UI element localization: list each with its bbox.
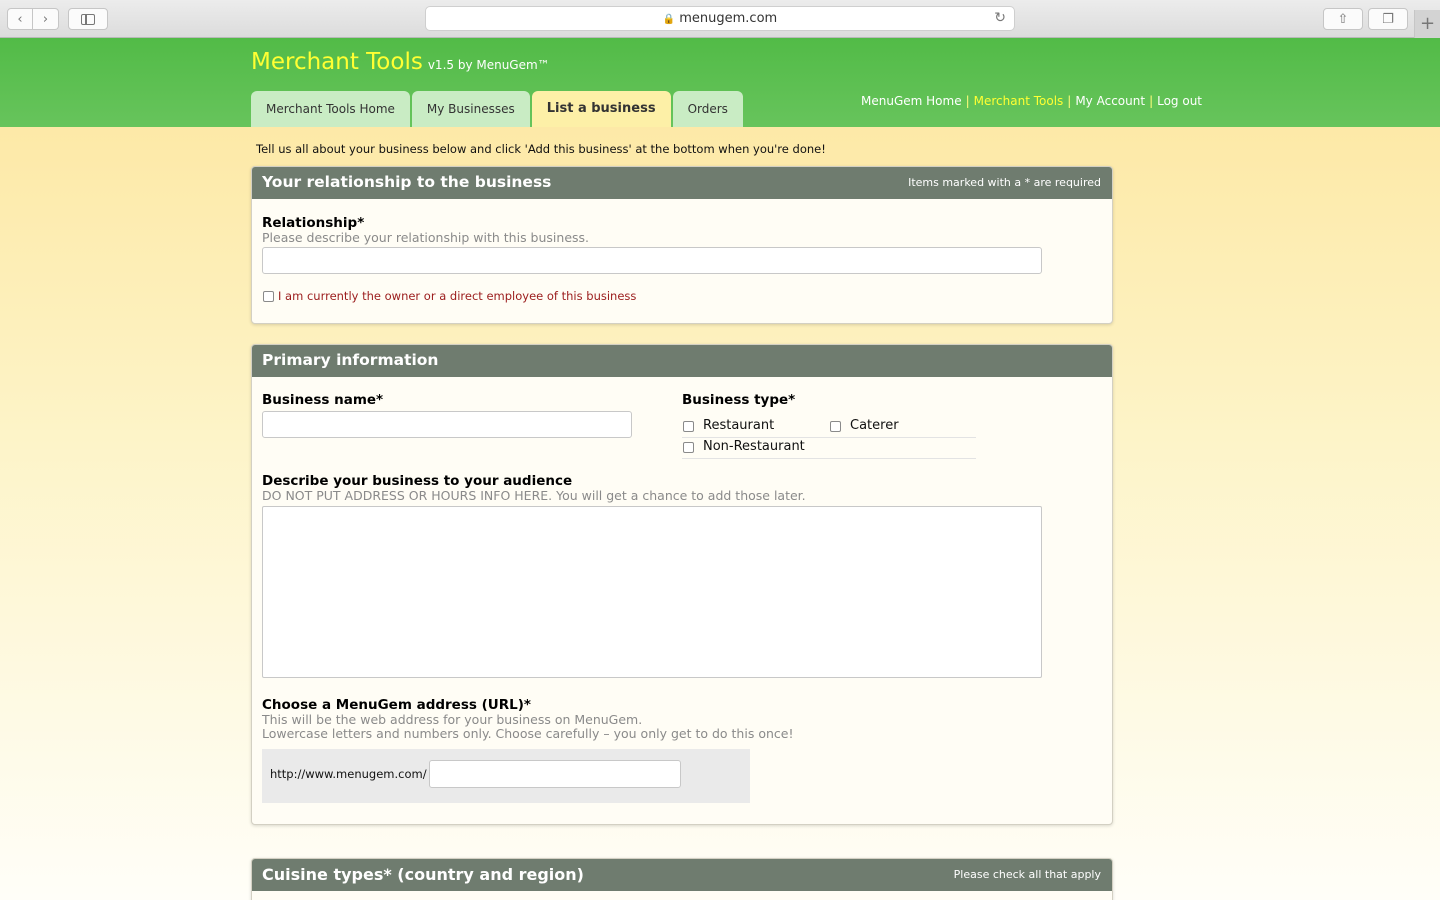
reload-icon[interactable]: ↻ (994, 7, 1006, 30)
url-label: Choose a MenuGem address (URL)* (262, 697, 531, 713)
browser-toolbar: ‹ › 🔒 menugem.com ↻ ⇧ ❐ + (0, 0, 1440, 38)
business-name-input[interactable] (262, 411, 632, 438)
top-links: MenuGem Home | Merchant Tools | My Account | L… (861, 94, 1202, 108)
tab-merchant-tools-home[interactable]: Merchant Tools Home (251, 91, 410, 127)
cuisine-panel: Cuisine types* (country and region) Plea… (251, 858, 1113, 900)
address-bar[interactable]: 🔒 menugem.com ↻ (425, 6, 1015, 31)
share-button[interactable]: ⇧ (1323, 8, 1363, 30)
describe-textarea[interactable] (262, 506, 1042, 678)
brand-title[interactable]: Merchant Tools v1.5 by MenuGem™ (251, 49, 550, 75)
forward-button[interactable]: › (33, 8, 59, 30)
chevron-left-icon: ‹ (17, 11, 23, 27)
tabs-icon: ❐ (1382, 11, 1394, 27)
link-separator: | (1149, 94, 1154, 108)
link-log-out[interactable]: Log out (1157, 94, 1202, 108)
link-separator: | (965, 94, 970, 108)
cuisine-note: Please check all that apply (953, 868, 1101, 881)
address-text: menugem.com (679, 11, 778, 26)
describe-hint: DO NOT PUT ADDRESS OR HOURS INFO HERE. Y… (262, 488, 806, 503)
restaurant-checkbox[interactable] (683, 421, 694, 432)
history-buttons: ‹ › (7, 8, 59, 30)
business-name-label: Business name* (262, 392, 384, 408)
business-type-label: Business type* (682, 392, 796, 408)
required-note: Items marked with a * are required (908, 176, 1101, 189)
tab-my-businesses[interactable]: My Businesses (411, 91, 530, 127)
panel-header: Your relationship to the business Items … (252, 167, 1112, 199)
divider (682, 437, 976, 438)
share-icon: ⇧ (1337, 11, 1349, 27)
main-tabs: Merchant Tools Home My Businesses List a… (251, 91, 745, 127)
plus-icon: + (1419, 13, 1436, 34)
site-header: Merchant Tools v1.5 by MenuGem™ Merchant … (0, 38, 1440, 127)
relationship-hint: Please describe your relationship with t… (262, 230, 590, 245)
link-menugem-home[interactable]: MenuGem Home (861, 94, 962, 108)
url-hint-2: Lowercase letters and numbers only. Choo… (262, 726, 794, 741)
relationship-panel: Your relationship to the business Items … (251, 166, 1113, 324)
relationship-label: Relationship* (262, 215, 365, 231)
restaurant-label[interactable]: Restaurant (703, 418, 774, 433)
relationship-input[interactable] (262, 247, 1042, 274)
url-prefix: http://www.menugem.com/ (270, 767, 427, 781)
brand-name: Merchant Tools (251, 49, 423, 75)
panel-title: Cuisine types* (country and region) (262, 865, 584, 884)
url-hint-1: This will be the web address for your bu… (262, 712, 643, 727)
panel-title: Your relationship to the business (262, 173, 552, 191)
caterer-checkbox[interactable] (830, 421, 841, 432)
non-restaurant-checkbox[interactable] (683, 442, 694, 453)
sidebar-toggle-button[interactable] (68, 8, 108, 30)
primary-info-panel: Primary information Business name* Busin… (251, 344, 1113, 825)
panel-header: Cuisine types* (country and region) Plea… (252, 859, 1112, 891)
page-content: Tell us all about your business below an… (0, 127, 1440, 900)
link-separator: | (1067, 94, 1072, 108)
panel-header: Primary information (252, 345, 1112, 377)
url-box: http://www.menugem.com/ (262, 749, 750, 803)
tab-list-a-business[interactable]: List a business (531, 91, 671, 127)
brand-version: v1.5 by MenuGem™ (427, 58, 550, 72)
caterer-label[interactable]: Caterer (850, 418, 899, 433)
sidebar-icon (81, 13, 95, 25)
chevron-right-icon: › (42, 11, 49, 27)
back-button[interactable]: ‹ (7, 8, 33, 30)
non-restaurant-label[interactable]: Non-Restaurant (703, 439, 805, 454)
tabs-overview-button[interactable]: ❐ (1368, 8, 1408, 30)
panel-title: Primary information (262, 351, 439, 369)
new-tab-button[interactable]: + (1414, 10, 1440, 38)
lock-icon: 🔒 (662, 14, 676, 25)
describe-label: Describe your business to your audience (262, 473, 573, 489)
link-merchant-tools[interactable]: Merchant Tools (974, 94, 1064, 108)
owner-checkbox[interactable] (263, 291, 274, 302)
intro-text: Tell us all about your business below an… (256, 142, 826, 156)
divider (682, 458, 976, 459)
owner-checkbox-label[interactable]: I am currently the owner or a direct emp… (278, 289, 636, 303)
link-my-account[interactable]: My Account (1075, 94, 1145, 108)
tab-orders[interactable]: Orders (672, 91, 743, 127)
url-input[interactable] (429, 760, 681, 788)
